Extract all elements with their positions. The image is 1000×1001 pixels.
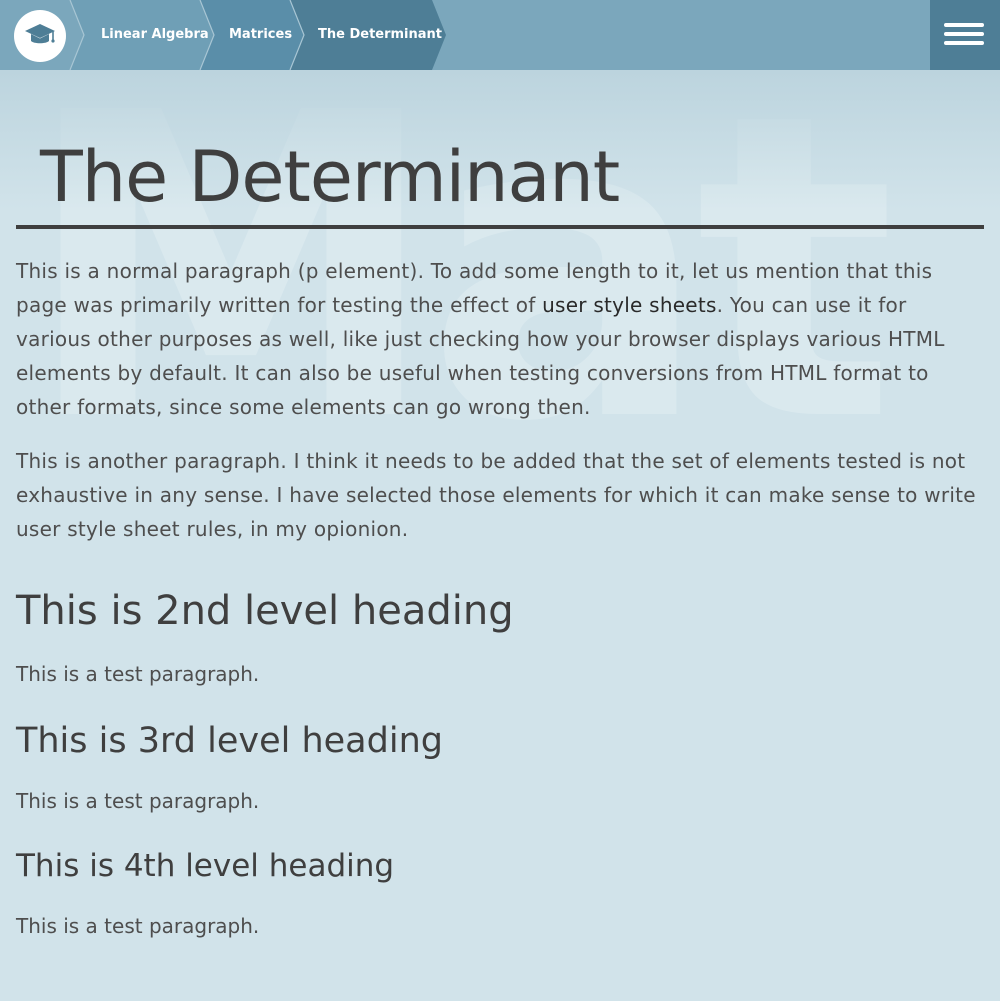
top-navigation-bar: Linear Algebra Matrices The Determinant	[0, 0, 1000, 70]
heading-level-4: This is 4th level heading	[16, 848, 395, 884]
hamburger-menu-button[interactable]	[930, 0, 1000, 70]
breadcrumb-item-matrices[interactable]: Matrices	[229, 0, 292, 70]
user-style-sheets-link[interactable]: user style sheets	[542, 293, 717, 317]
title-divider	[16, 225, 984, 229]
home-logo-button[interactable]	[14, 10, 66, 62]
page: Mat Linear Algebra Matrices The Determin…	[0, 0, 1000, 1001]
page-title: The Determinant	[40, 136, 620, 218]
hamburger-menu-icon-bar	[944, 41, 984, 45]
test-paragraph: This is a test paragraph.	[16, 662, 260, 686]
paragraph-intro: This is a normal paragraph (p element). …	[16, 254, 984, 424]
heading-level-2: This is 2nd level heading	[16, 588, 514, 634]
hamburger-menu-icon-bar	[944, 23, 984, 27]
paragraph-second: This is another paragraph. I think it ne…	[16, 449, 976, 541]
heading-level-3: This is 3rd level heading	[16, 721, 443, 761]
test-paragraph: This is a test paragraph.	[16, 789, 260, 813]
test-paragraph: This is a test paragraph.	[16, 914, 260, 938]
breadcrumb: Linear Algebra Matrices The Determinant	[0, 0, 460, 70]
graduation-cap-icon	[25, 24, 55, 44]
main-content: The Determinant This is a normal paragra…	[16, 70, 984, 941]
breadcrumb-item-the-determinant: The Determinant	[318, 27, 443, 42]
breadcrumb-item-linear-algebra[interactable]: Linear Algebra	[101, 0, 209, 70]
hamburger-menu-icon-bar	[944, 32, 984, 36]
